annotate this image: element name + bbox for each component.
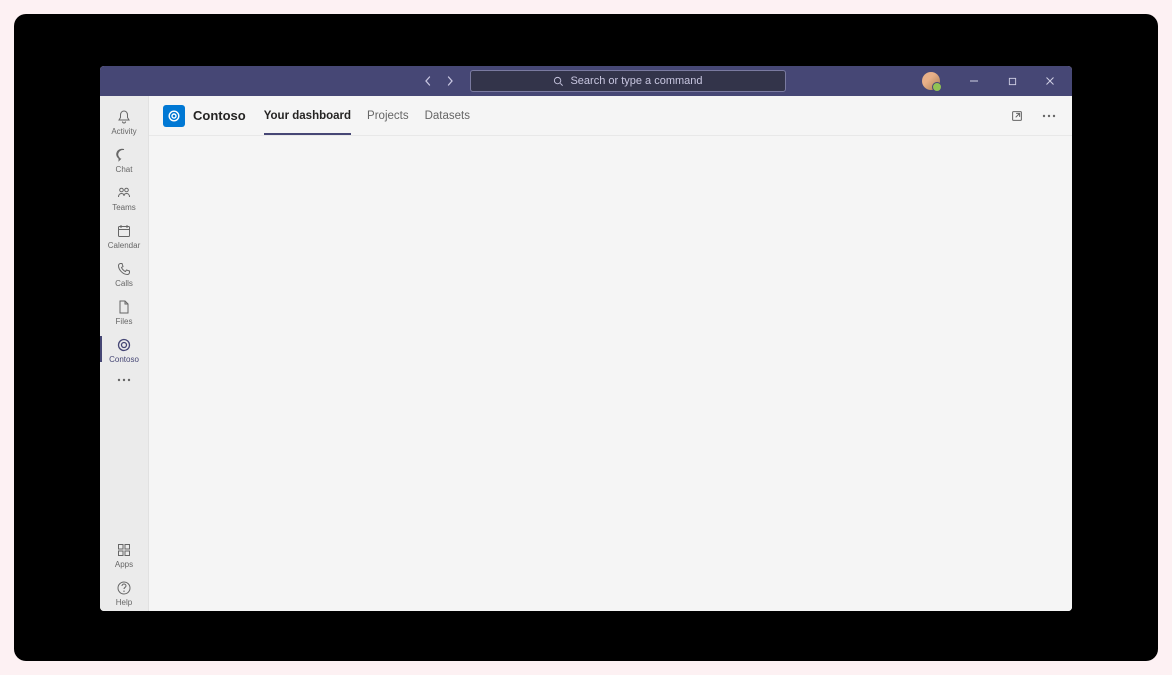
calendar-icon — [115, 222, 133, 240]
file-icon — [115, 298, 133, 316]
sidebar-item-calendar[interactable]: Calendar — [100, 216, 148, 254]
tab-label: Projects — [367, 110, 409, 122]
sidebar-item-label: Apps — [115, 561, 133, 569]
main-area: Contoso Your dashboard Projects Datasets — [148, 96, 1072, 611]
sidebar-item-teams[interactable]: Teams — [100, 178, 148, 216]
titlebar: Search or type a command — [100, 66, 1072, 96]
sidebar-item-label: Activity — [111, 128, 136, 136]
sidebar-item-help[interactable]: Help — [100, 573, 148, 611]
sidebar-more-button[interactable] — [100, 368, 148, 392]
app-title: Contoso — [193, 108, 246, 123]
nav-forward-button[interactable] — [442, 73, 458, 89]
nav-back-button[interactable] — [420, 73, 436, 89]
search-input[interactable]: Search or type a command — [470, 70, 786, 92]
teams-icon — [115, 184, 133, 202]
contoso-icon — [115, 336, 133, 354]
sidebar-item-activity[interactable]: Activity — [100, 102, 148, 140]
help-icon — [115, 579, 133, 597]
presentation-frame: Search or type a command — [14, 14, 1158, 661]
app-rail: Activity Chat Teams — [100, 96, 148, 611]
popout-icon — [1010, 109, 1024, 123]
content-area — [149, 136, 1072, 611]
sidebar-item-contoso[interactable]: Contoso — [100, 330, 148, 368]
tab-label: Datasets — [425, 110, 470, 122]
sidebar-item-label: Files — [116, 318, 133, 326]
window-minimize-button[interactable] — [956, 66, 992, 96]
sidebar-item-files[interactable]: Files — [100, 292, 148, 330]
sidebar-item-calls[interactable]: Calls — [100, 254, 148, 292]
ellipsis-icon — [1042, 114, 1056, 118]
sidebar-item-chat[interactable]: Chat — [100, 140, 148, 178]
sidebar-item-label: Calendar — [108, 242, 140, 250]
sidebar-item-label: Chat — [116, 166, 133, 174]
tab-projects[interactable]: Projects — [367, 96, 409, 135]
app-header: Contoso Your dashboard Projects Datasets — [149, 96, 1072, 136]
search-icon — [553, 76, 564, 87]
sidebar-item-label: Calls — [115, 280, 133, 288]
tabs: Your dashboard Projects Datasets — [264, 96, 470, 135]
ellipsis-icon — [117, 378, 131, 382]
popout-button[interactable] — [1008, 107, 1026, 125]
tab-datasets[interactable]: Datasets — [425, 96, 470, 135]
contoso-logo-icon — [167, 109, 181, 123]
phone-icon — [115, 260, 133, 278]
bell-icon — [115, 108, 133, 126]
sidebar-item-label: Contoso — [109, 356, 139, 364]
tab-your-dashboard[interactable]: Your dashboard — [264, 96, 351, 135]
window-close-button[interactable] — [1032, 66, 1068, 96]
sidebar-item-apps[interactable]: Apps — [100, 535, 148, 573]
sidebar-item-label: Help — [116, 599, 132, 607]
teams-window: Search or type a command — [100, 66, 1072, 611]
avatar[interactable] — [922, 72, 940, 90]
apps-icon — [115, 541, 133, 559]
window-maximize-button[interactable] — [994, 66, 1030, 96]
chat-icon — [115, 146, 133, 164]
sidebar-item-label: Teams — [112, 204, 136, 212]
search-placeholder: Search or type a command — [570, 75, 702, 87]
tab-label: Your dashboard — [264, 110, 351, 122]
app-logo — [163, 105, 185, 127]
more-options-button[interactable] — [1040, 107, 1058, 125]
